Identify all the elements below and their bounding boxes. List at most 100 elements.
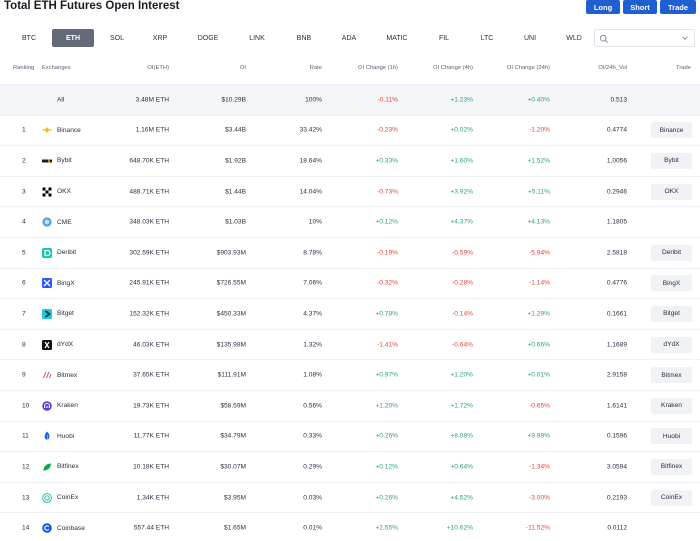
exchange-name: CME <box>57 218 72 226</box>
rate-value: 1.08% <box>303 371 322 379</box>
exchange-cell[interactable]: Bitget <box>42 308 74 319</box>
trade-binance-button[interactable]: Binance <box>651 122 692 139</box>
oi-24h-vol-value: 3.0594 <box>606 463 627 471</box>
oi-change-24h-value: +5.11% <box>527 188 550 196</box>
rate-value: 1.32% <box>303 341 322 349</box>
exchange-cell[interactable]: OKX <box>42 187 71 197</box>
coin-tabs: BTC ETH SOL XRP DOGE LINK BNB ADA MATIC FIL LTC UNI… <box>0 29 700 47</box>
oi-change-1h-value: -0.11% <box>377 96 398 104</box>
table-row-all: All 3.48M ETH $10.29B 100% -0.11% +1.23%… <box>0 85 700 116</box>
tab-xrp[interactable]: XRP <box>139 29 181 47</box>
oi-24h-vol-value: 2.5818 <box>606 249 627 257</box>
deribit-icon <box>42 247 52 258</box>
exchange-cell[interactable]: Kraken <box>42 400 78 411</box>
header: Total ETH Futures Open Interest Long Sho… <box>0 0 700 22</box>
oi-eth-value: 11.77K ETH <box>133 432 169 440</box>
table-row: 5 Deribit 302.59K ETH $903.93M 8.78% -0.19% -0… <box>0 238 700 269</box>
trade-kraken-button[interactable]: Kraken <box>651 397 692 414</box>
tab-btc[interactable]: BTC <box>9 29 49 47</box>
rate-value: 0.01% <box>303 524 322 532</box>
oi-eth-value: 1.34K ETH <box>136 494 169 502</box>
oi-eth-value: 37.65K ETH <box>133 371 169 379</box>
oi-24h-vol-value: 0.2193 <box>606 494 627 502</box>
rate-value: 100% <box>305 96 322 104</box>
tab-doge[interactable]: DOGE <box>186 29 230 47</box>
exchange-cell[interactable]: BingX <box>42 278 75 289</box>
oi-eth-value: 10.18K ETH <box>133 463 169 471</box>
oi-value: $3.95M <box>224 494 246 502</box>
table-row: 7 Bitget 152.32K ETH $450.33M 4.37% +0.78% -0.… <box>0 299 700 330</box>
oi-24h-vol-value: 2.9158 <box>606 371 627 379</box>
tab-bnb[interactable]: BNB <box>284 29 324 47</box>
tab-wld[interactable]: WLD <box>553 29 595 47</box>
exchange-cell[interactable]: Bitfinex <box>42 462 79 472</box>
oi-value: $135.98M <box>216 341 246 349</box>
exchange-cell[interactable]: Huobi <box>42 431 74 441</box>
trade-bybit-button[interactable]: Bybit <box>651 152 692 169</box>
exchange-name: Deribit <box>57 249 77 257</box>
tab-sol[interactable]: SOL <box>96 29 138 47</box>
trade-bingx-button[interactable]: BingX <box>651 275 692 292</box>
trade-button[interactable]: Trade <box>660 0 696 14</box>
oi-24h-vol-value: 0.0112 <box>607 524 627 532</box>
exchange-cell[interactable]: Bitmex <box>42 370 77 380</box>
exchange-cell[interactable]: Binance <box>42 125 81 135</box>
oi-change-4h-value: +0.64% <box>450 463 473 471</box>
exchange-name: Bitget <box>57 310 74 318</box>
tab-fil[interactable]: FIL <box>424 29 464 47</box>
ranking-value: 8 <box>22 341 26 349</box>
oi-change-4h-value: -0.64% <box>452 341 473 349</box>
header-oi-change-1h: OI Change (1h) <box>358 65 398 71</box>
table-row: 14 Coinbase 557.44 ETH $1.65M 0.01% +2.55% +10… <box>0 513 700 541</box>
exchange-cell[interactable]: CME <box>42 217 72 227</box>
search-dropdown[interactable] <box>594 29 695 47</box>
oi-eth-value: 488.71K ETH <box>129 188 169 196</box>
ranking-value: 14 <box>22 524 30 532</box>
oi-change-1h-value: +0.26% <box>375 494 398 502</box>
oi-change-24h-value: -1.34% <box>529 463 550 471</box>
long-button[interactable]: Long <box>586 0 620 14</box>
trade-bitget-button[interactable]: Bitget <box>651 305 692 322</box>
tab-link[interactable]: LINK <box>236 29 278 47</box>
bingx-icon <box>42 278 52 289</box>
trade-dydx-button[interactable]: dYdX <box>651 336 692 353</box>
trade-huobi-button[interactable]: Huobi <box>651 428 692 445</box>
chevron-down-icon <box>682 36 688 41</box>
oi-change-1h-value: -1.41% <box>377 341 398 349</box>
exchange-cell[interactable]: CoinEx <box>42 492 78 503</box>
exchange-cell[interactable]: Deribit <box>42 247 77 258</box>
oi-change-24h-value: -1.20% <box>529 126 550 134</box>
oi-change-4h-value: +4.52% <box>450 494 473 502</box>
short-button[interactable]: Short <box>623 0 657 14</box>
tab-eth[interactable]: ETH <box>52 29 94 47</box>
trade-bitmex-button[interactable]: Bitmex <box>651 367 692 384</box>
rate-value: 4.37% <box>303 310 322 318</box>
tab-ada[interactable]: ADA <box>328 29 370 47</box>
table-row: 11 Huobi 11.77K ETH $34.79M 0.33% +0.26% +8.08… <box>0 422 700 453</box>
oi-change-1h-value: -0.73% <box>377 188 398 196</box>
exchange-cell[interactable]: dYdX <box>42 339 74 350</box>
exchange-cell[interactable]: Coinbase <box>42 523 85 533</box>
oi-24h-vol-value: 0.4776 <box>606 279 627 287</box>
search-input[interactable] <box>611 32 683 45</box>
trade-okx-button[interactable]: OKX <box>651 183 692 200</box>
tab-uni[interactable]: UNI <box>509 29 551 47</box>
rate-value: 14.04% <box>299 188 322 196</box>
ranking-value: 10 <box>22 402 30 410</box>
oi-change-4h-value: -0.14% <box>452 310 473 318</box>
oi-value: $726.55M <box>216 279 246 287</box>
exchange-cell[interactable]: Bybit <box>42 156 72 166</box>
oi-24h-vol-value: 0.2946 <box>606 188 627 196</box>
trade-coinex-button[interactable]: CoinEx <box>651 489 692 506</box>
trade-bitfinex-button[interactable]: Bitfinex <box>651 458 692 475</box>
oi-change-4h-value: -0.28% <box>452 279 473 287</box>
tab-ltc[interactable]: LTC <box>466 29 508 47</box>
oi-change-4h-value: +4.37% <box>450 218 473 226</box>
oi-eth-value: 348.03K ETH <box>129 218 169 226</box>
page-title: Total ETH Futures Open Interest <box>4 0 180 12</box>
tab-matic[interactable]: MATIC <box>375 29 419 47</box>
trade-deribit-button[interactable]: Deribit <box>651 244 692 261</box>
exchange-name: dYdX <box>57 341 74 349</box>
ranking-value: 6 <box>22 279 26 287</box>
oi-change-24h-value: +0.40% <box>527 96 550 104</box>
